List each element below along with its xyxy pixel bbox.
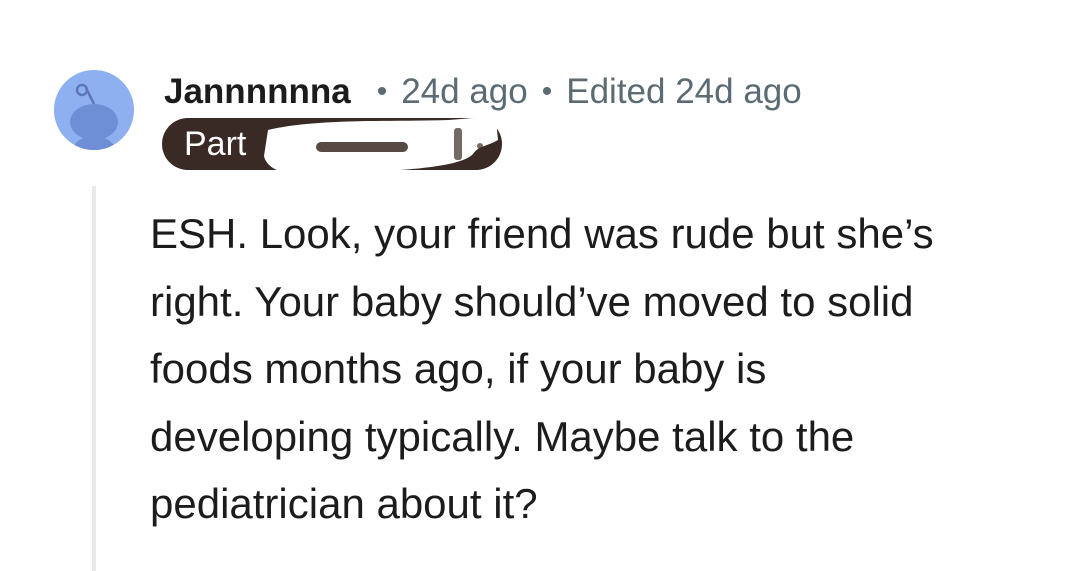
user-avatar[interactable] [54,70,134,150]
comment-body: ESH. Look, your friend was rude but she’… [150,200,1050,538]
user-flair: Part [162,118,502,170]
comment-text-line: developing typically. Maybe talk to the [150,412,855,460]
comment-text-line: foods months ago, if your baby is [150,345,767,392]
comment-author[interactable]: Jannnnnna [164,72,351,112]
thread-line[interactable] [92,186,96,571]
comment-time: 24d ago [401,72,528,111]
flair-label: Part [184,124,247,163]
meta-separator-2: • [541,75,553,108]
meta-separator: • [376,75,388,108]
comment-text-line: ESH. Look, your friend was rude but she’… [150,210,934,257]
edited-time: Edited 24d ago [566,72,802,111]
comment-text-line: pediatrician about it? [150,480,538,527]
snoo-avatar-icon [54,70,134,150]
comment-text-line: right. Your baby should’ve moved to soli… [150,277,914,325]
comment-header: Jannnnnna • 24d ago • Edited 24d ago [164,68,802,116]
